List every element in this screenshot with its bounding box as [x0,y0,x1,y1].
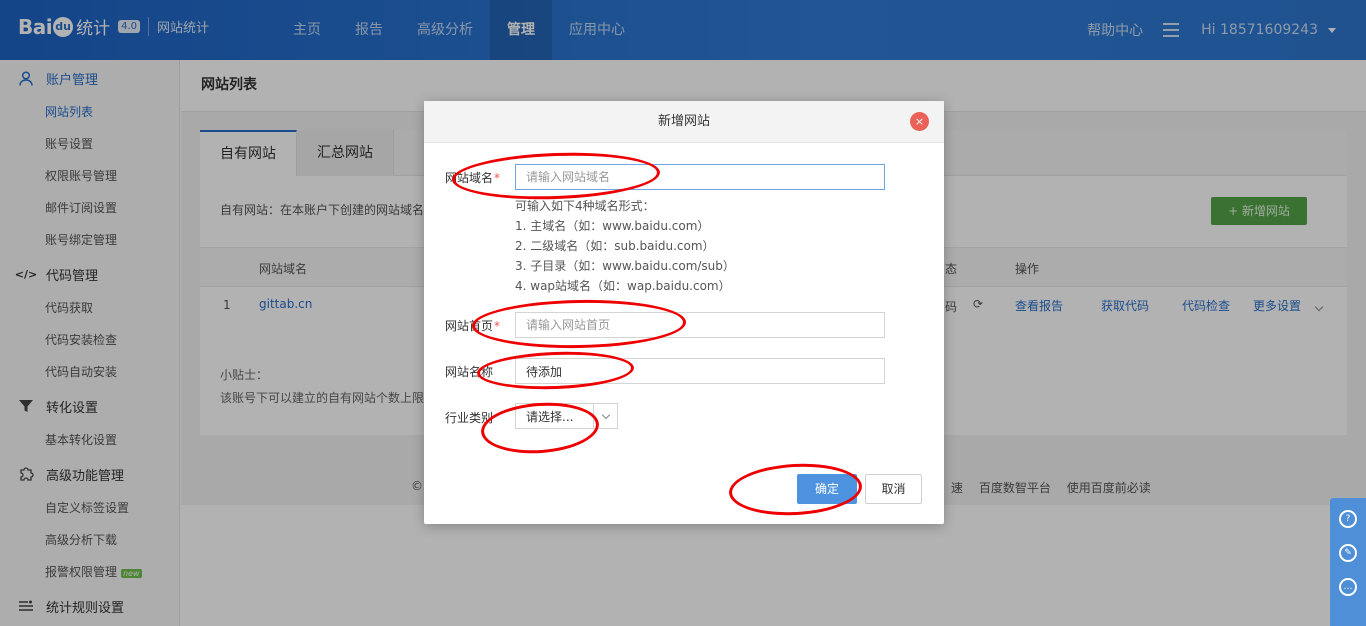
domain-hint-3: 3. 子目录（如：www.baidu.com/sub） [515,259,735,273]
dialog-header: 新增网站 × [424,101,944,143]
edit-icon[interactable]: ✎ [1339,544,1357,562]
float-toolbar: ? ✎ … [1330,498,1366,626]
close-icon[interactable]: × [910,112,929,131]
cancel-button[interactable]: 取消 [865,474,922,504]
domain-hint-4: 4. wap站域名（如：wap.baidu.com） [515,279,731,293]
domain-hint-1: 1. 主域名（如：www.baidu.com） [515,219,710,233]
chat-icon[interactable]: … [1339,578,1357,596]
dialog-title: 新增网站 [657,114,710,129]
feedback-icon[interactable]: ? [1339,510,1357,528]
domain-hint-2: 2. 二级域名（如：sub.baidu.com） [515,239,715,253]
